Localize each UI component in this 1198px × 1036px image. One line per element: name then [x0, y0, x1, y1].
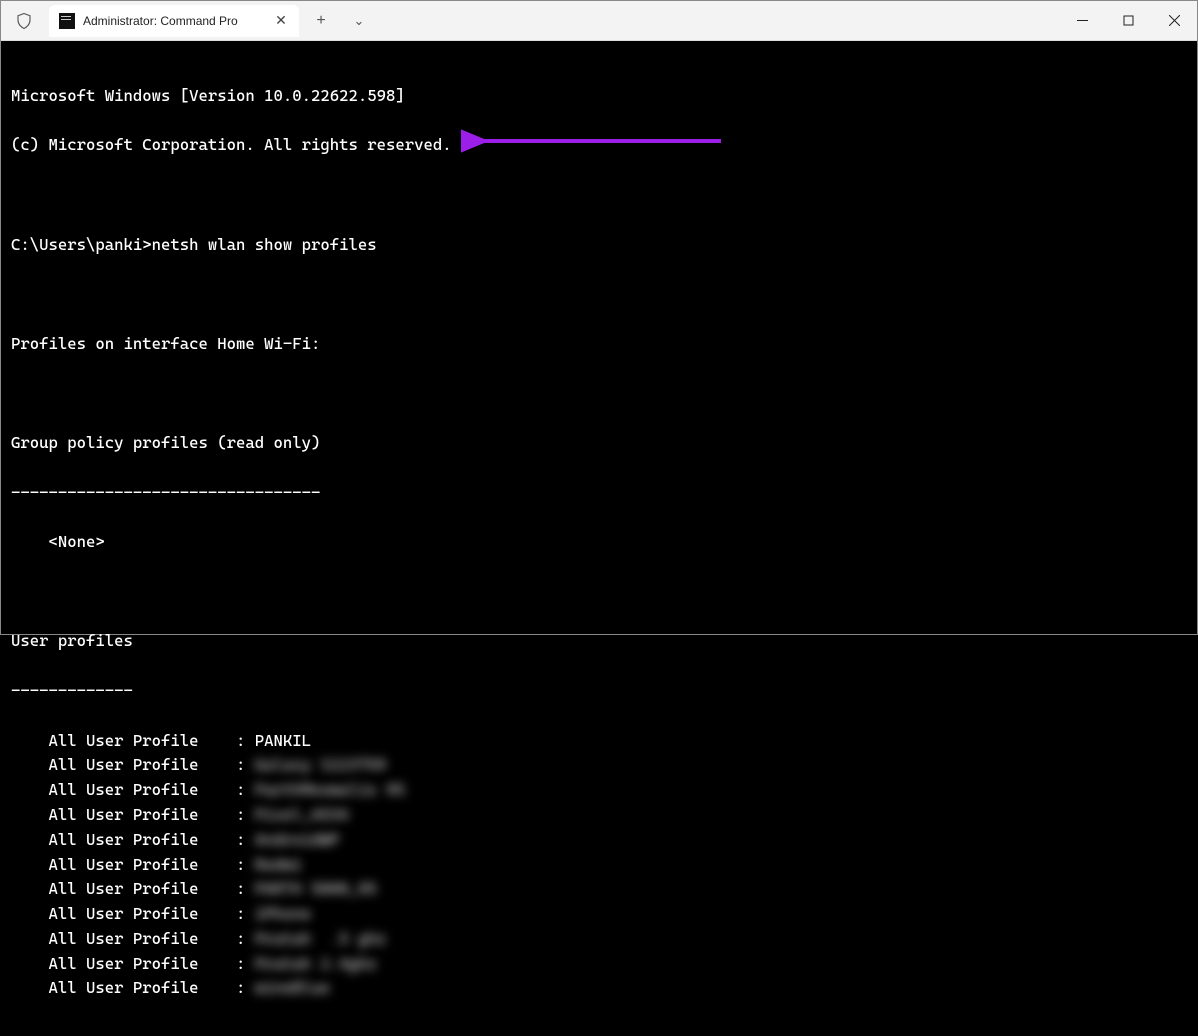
close-window-button[interactable] — [1151, 1, 1197, 40]
profile-value: Pratah .5 ghz — [255, 927, 386, 952]
shield-icon — [15, 12, 33, 30]
profile-value: Galaxy S223759 — [255, 753, 386, 778]
tab-cmd[interactable]: Administrator: Command Pro ✕ — [49, 5, 299, 37]
banner-line: (c) Microsoft Corporation. All rights re… — [11, 133, 1187, 158]
user-profiles-dashes: ------------- — [11, 679, 1187, 704]
prompt-line: C:\Users\panki>netsh wlan show profiles — [11, 233, 1187, 258]
profile-label: All User Profile — [49, 877, 237, 902]
profile-value: Pratah 2.4ghz — [255, 952, 377, 977]
profile-row: All User Profile : PANKIL — [11, 729, 1187, 754]
window-controls — [1059, 1, 1197, 40]
profile-value: ParthMesmalis 95 — [255, 778, 405, 803]
group-policy-header: Group policy profiles (read only) — [11, 431, 1187, 456]
command-text: netsh wlan show profiles — [152, 235, 377, 254]
blank-line — [11, 381, 1187, 406]
profile-value: PARTH 5000_95 — [255, 877, 377, 902]
profiles-list: All User Profile : PANKIL All User Profi… — [11, 729, 1187, 1002]
profile-label: All User Profile — [49, 778, 237, 803]
user-profiles-header: User profiles — [11, 629, 1187, 654]
cmd-icon — [59, 13, 75, 29]
profile-row: All User Profile : AndroidWP — [11, 828, 1187, 853]
profile-value: iPhone — [255, 902, 311, 927]
profile-value: AndroidWP — [255, 828, 339, 853]
profile-row: All User Profile : ParthMesmalis 95 — [11, 778, 1187, 803]
profile-row: All User Profile : Pixel_4534 — [11, 803, 1187, 828]
interface-header: Profiles on interface Home Wi-Fi: — [11, 332, 1187, 357]
titlebar: Administrator: Command Pro ✕ + ⌄ — [1, 1, 1197, 41]
profile-label: All User Profile — [49, 952, 237, 977]
tab-title: Administrator: Command Pro — [83, 14, 265, 28]
minimize-button[interactable] — [1059, 1, 1105, 40]
profile-label: All User Profile — [49, 803, 237, 828]
profile-label: All User Profile — [49, 828, 237, 853]
profile-value: PANKIL — [255, 729, 311, 754]
profile-label: All User Profile — [49, 853, 237, 878]
blank-line — [11, 183, 1187, 208]
profile-label: All User Profile — [49, 927, 237, 952]
new-tab-button[interactable]: + — [305, 5, 337, 37]
terminal-output[interactable]: Microsoft Windows [Version 10.0.22622.59… — [1, 41, 1197, 1036]
profile-value: wineBlue — [255, 976, 330, 1001]
profile-label: All User Profile — [49, 729, 237, 754]
profile-row: All User Profile : Pratah .5 ghz — [11, 927, 1187, 952]
profile-value: Redmi — [255, 853, 302, 878]
blank-line — [11, 580, 1187, 605]
maximize-button[interactable] — [1105, 1, 1151, 40]
profile-row: All User Profile : PARTH 5000_95 — [11, 877, 1187, 902]
tab-close-button[interactable]: ✕ — [273, 13, 289, 29]
profile-label: All User Profile — [49, 753, 237, 778]
profile-row: All User Profile : wineBlue — [11, 976, 1187, 1001]
prompt-text: C:\Users\panki> — [11, 235, 152, 254]
profile-row: All User Profile : Pratah 2.4ghz — [11, 952, 1187, 977]
group-policy-dashes: --------------------------------- — [11, 481, 1187, 506]
profile-row: All User Profile : iPhone — [11, 902, 1187, 927]
profile-row: All User Profile : Galaxy S223759 — [11, 753, 1187, 778]
profile-value: Pixel_4534 — [255, 803, 349, 828]
blank-line — [11, 282, 1187, 307]
tab-dropdown-button[interactable]: ⌄ — [343, 5, 375, 37]
profile-row: All User Profile : Redmi — [11, 853, 1187, 878]
profile-label: All User Profile — [49, 976, 237, 1001]
group-policy-none: <None> — [11, 530, 1187, 555]
profile-label: All User Profile — [49, 902, 237, 927]
banner-line: Microsoft Windows [Version 10.0.22622.59… — [11, 84, 1187, 109]
